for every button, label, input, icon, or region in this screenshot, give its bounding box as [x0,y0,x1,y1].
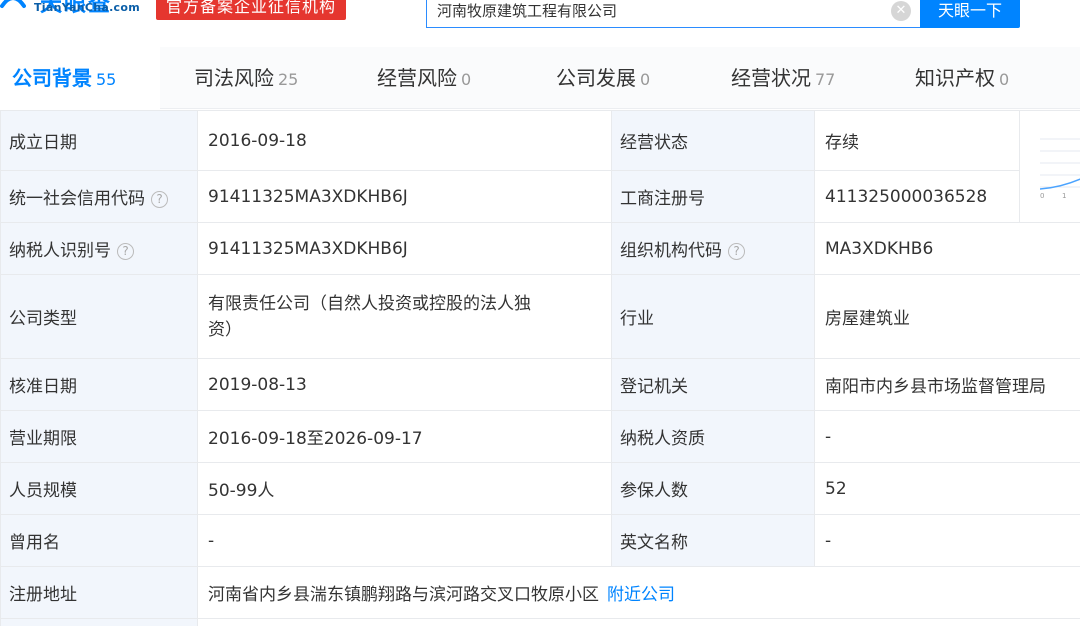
english-name-label: 英文名称 [611,514,815,567]
company-type-value: 有限责任公司（自然人投资或控股的法人独 资） [197,274,612,359]
tab-label: 知识产权 [915,66,995,90]
chart-tick: 1 [1062,192,1066,199]
clear-icon[interactable]: ✕ [891,1,911,21]
tab-label: 司法风险 [194,66,274,90]
next-row-value [197,618,1080,626]
reg-authority-value: 南阳市内乡县市场监督管理局 [814,358,1080,411]
search-button[interactable]: 天眼一下 [920,0,1020,28]
former-name-value: - [197,514,612,567]
org-code-label-text: 组织机构代码 [620,241,722,261]
eye-logo-icon [0,0,26,8]
company-type-label: 公司类型 [0,274,198,359]
tax-quality-value: - [814,410,1080,463]
top-header: 天眼查 TianYanCha.com 官方备案企业征信机构 ✕ 天眼一下 [0,0,1080,38]
staff-size-value: 50-99人 [197,462,612,515]
help-icon[interactable]: ? [117,243,134,260]
approve-date-label: 核准日期 [0,358,198,411]
credit-code-value: 91411325MA3XDKHB6J [197,170,612,223]
status-label: 经营状态 [611,110,815,171]
founded-label: 成立日期 [0,110,198,171]
tab-company-background[interactable]: 公司背景 55 [0,47,160,109]
tab-judicial-risk[interactable]: 司法风险 25 [194,47,298,109]
trend-chart-cell[interactable]: 0 1 3 [1019,110,1080,223]
official-badge: 官方备案企业征信机构 [156,0,347,20]
industry-label: 行业 [611,274,815,359]
logo-text-en: TianYanCha.com [34,1,140,14]
tab-label: 公司发展 [556,66,636,90]
nearby-companies-link[interactable]: 附近公司 [607,585,675,605]
credit-code-label-text: 统一社会信用代码 [9,189,145,209]
approve-date-value: 2019-08-13 [197,358,612,411]
search-input[interactable] [437,0,887,27]
company-type-line1: 有限责任公司（自然人投资或控股的法人独 [208,293,531,314]
mini-trend-chart[interactable]: 0 1 3 [1040,119,1080,199]
staff-size-label: 人员规模 [0,462,198,515]
tab-operation-status[interactable]: 经营状况 77 [731,47,835,109]
address-value: 河南省内乡县湍东镇鹏翔路与滨河路交叉口牧原小区 附近公司 [197,566,1080,619]
section-tabs: 公司背景 55 司法风险 25 经营风险 0 公司发展 0 经营状况 77 知识产权 0 [0,47,1080,109]
tab-label: 公司背景 [12,66,92,90]
address-text: 河南省内乡县湍东镇鹏翔路与滨河路交叉口牧原小区 [208,585,599,605]
term-label: 营业期限 [0,410,198,463]
credit-code-label: 统一社会信用代码? [0,170,198,223]
tab-label: 经营风险 [377,66,457,90]
insured-label: 参保人数 [611,462,815,515]
tab-count: 0 [999,70,1010,89]
tab-count: 77 [815,70,836,89]
tab-count: 0 [461,70,472,89]
taxpayer-id-label-text: 纳税人识别号 [9,241,111,261]
chart-grid [1040,138,1080,188]
reg-no-value: 411325000036528 [814,170,1020,223]
taxpayer-id-value: 91411325MA3XDKHB6J [197,222,612,275]
taxpayer-id-label: 纳税人识别号? [0,222,198,275]
reg-no-label: 工商注册号 [611,170,815,223]
tax-quality-label: 纳税人资质 [611,410,815,463]
address-label: 注册地址 [0,566,198,619]
tab-label: 经营状况 [731,66,811,90]
tab-count: 0 [640,70,651,89]
chart-tick: 0 [1040,192,1044,199]
status-value: 存续 [814,110,1020,171]
industry-value: 房屋建筑业 [814,274,1080,359]
next-row-label [0,618,198,626]
help-icon[interactable]: ? [151,191,168,208]
chart-line [1040,178,1080,190]
founded-value: 2016-09-18 [197,110,612,171]
tab-intellectual-property[interactable]: 知识产权 0 [915,47,1009,109]
former-name-label: 曾用名 [0,514,198,567]
help-icon[interactable]: ? [728,243,745,260]
org-code-label: 组织机构代码? [611,222,815,275]
english-name-value: - [814,514,1080,567]
reg-authority-label: 登记机关 [611,358,815,411]
tab-operation-risk[interactable]: 经营风险 0 [377,47,471,109]
org-code-value: MA3XDKHB6 [814,222,1080,275]
term-value: 2016-09-18至2026-09-17 [197,410,612,463]
company-type-line2: 资） [208,319,242,340]
tab-company-development[interactable]: 公司发展 0 [556,47,650,109]
insured-value: 52 [814,462,1080,515]
search-box: ✕ [426,0,920,28]
tab-count: 25 [278,70,299,89]
tianyancha-logo[interactable]: 天眼查 TianYanCha.com [0,0,150,22]
tab-count: 55 [96,70,117,89]
company-info-table: 成立日期 2016-09-18 经营状态 存续 0 1 3 统一社会信用代码? … [0,110,1080,626]
